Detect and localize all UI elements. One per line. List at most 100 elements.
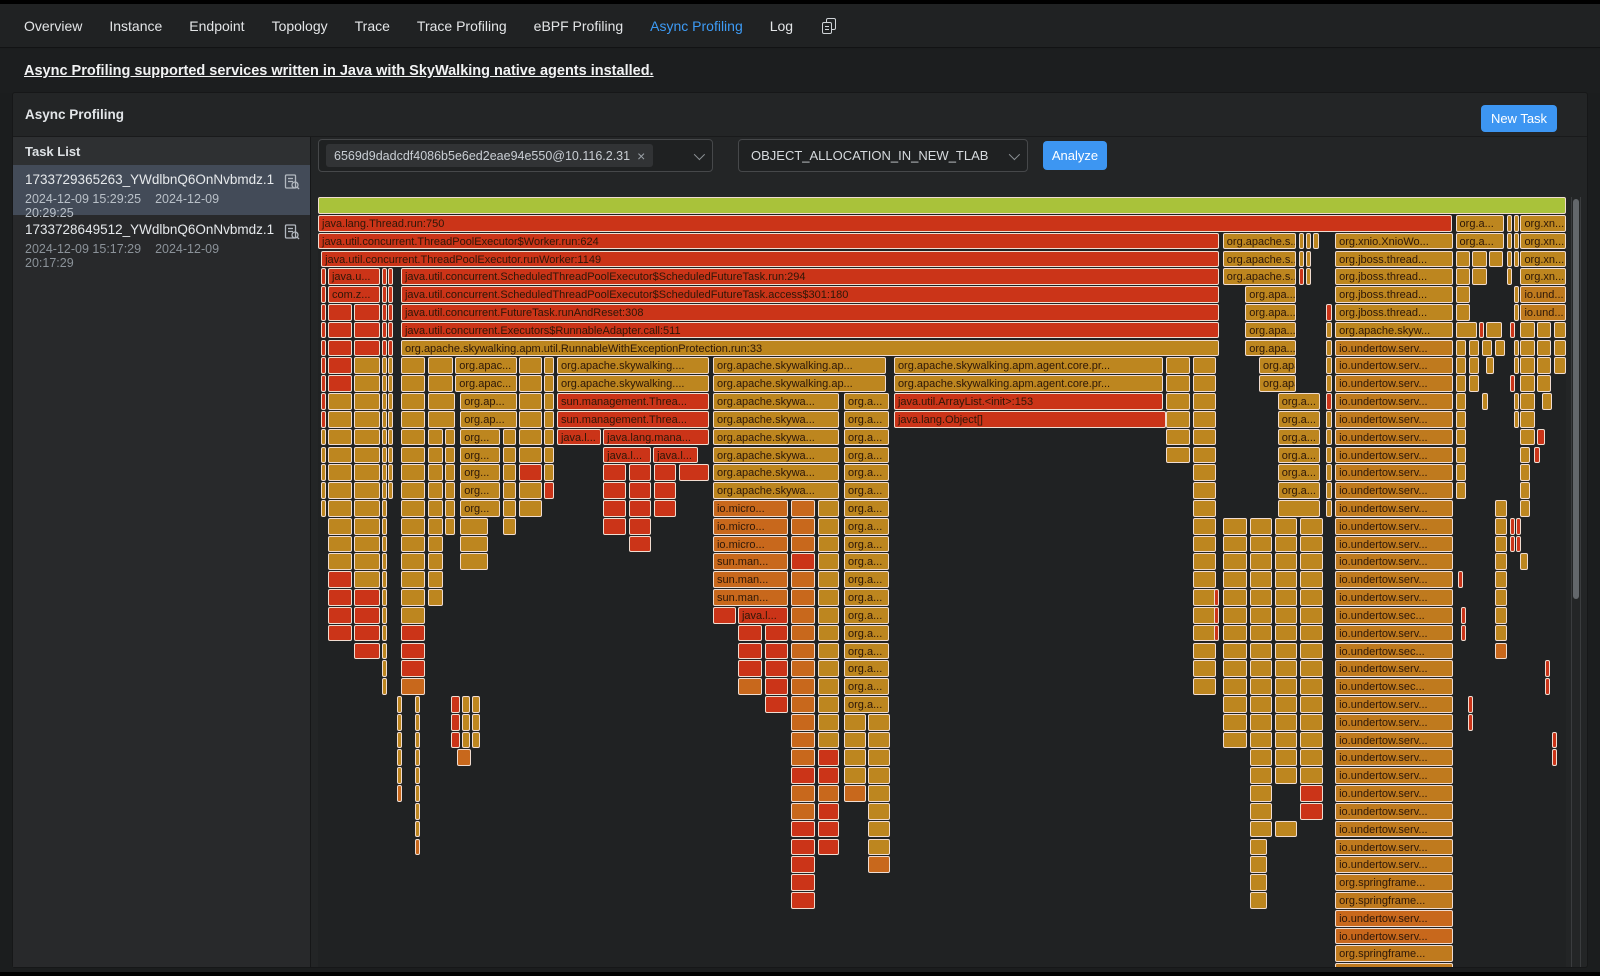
flame-cell[interactable] xyxy=(428,518,443,535)
nav-tab-async-profiling[interactable]: Async Profiling xyxy=(650,18,743,34)
flame-cell[interactable] xyxy=(738,660,762,677)
flame-cell[interactable]: org.a... xyxy=(844,553,889,570)
flame-cell[interactable]: org.a... xyxy=(844,393,889,410)
flame-cell[interactable] xyxy=(1326,393,1332,410)
flame-cell[interactable]: org.a... xyxy=(1278,482,1320,499)
flame-cell[interactable]: org.a... xyxy=(1278,429,1320,446)
flame-cell[interactable] xyxy=(1495,340,1505,357)
flame-cell[interactable] xyxy=(1300,732,1323,749)
flame-cell[interactable] xyxy=(388,304,393,321)
flame-cell[interactable] xyxy=(791,821,815,838)
flame-cell[interactable] xyxy=(415,839,420,856)
flame-cell[interactable] xyxy=(354,607,380,624)
flame-cell[interactable] xyxy=(415,714,420,731)
flame-cell[interactable] xyxy=(1300,767,1323,784)
flame-cell[interactable] xyxy=(818,643,839,660)
flame-cell[interactable] xyxy=(321,340,326,357)
flame-cell[interactable]: org.a... xyxy=(1278,393,1320,410)
flame-cell[interactable] xyxy=(1214,589,1219,606)
flame-cell[interactable] xyxy=(1300,785,1323,802)
flame-cell[interactable] xyxy=(1300,518,1323,535)
flame-cell[interactable] xyxy=(1326,500,1332,517)
flame-cell[interactable] xyxy=(1223,607,1247,624)
flame-cell[interactable] xyxy=(382,411,387,428)
flame-cell[interactable] xyxy=(791,536,815,553)
flame-cell[interactable] xyxy=(519,357,542,374)
flame-cell[interactable]: org.jboss.thread... xyxy=(1335,286,1453,303)
flame-cell[interactable] xyxy=(1542,393,1551,410)
flame-cell[interactable] xyxy=(401,464,425,481)
flame-cell[interactable] xyxy=(503,518,517,535)
flame-cell[interactable] xyxy=(321,464,326,481)
flame-cell[interactable] xyxy=(603,518,626,535)
flame-cell[interactable] xyxy=(1306,268,1311,285)
flame-cell[interactable] xyxy=(1514,304,1519,321)
flame-cell[interactable] xyxy=(388,375,393,392)
flame-cell[interactable]: io.undertow.serv... xyxy=(1335,928,1453,945)
flame-cell[interactable]: io.undertow.serv... xyxy=(1335,821,1453,838)
flame-cell[interactable]: org... xyxy=(460,447,500,464)
flame-cell[interactable] xyxy=(818,625,839,642)
flame-cell[interactable] xyxy=(382,536,387,553)
flame-cell[interactable] xyxy=(451,732,460,749)
flame-cell[interactable] xyxy=(382,340,387,357)
flame-cell[interactable] xyxy=(428,429,443,446)
flame-cell[interactable]: org.a... xyxy=(844,482,889,499)
flame-cell[interactable] xyxy=(1275,660,1297,677)
flame-cell[interactable] xyxy=(401,643,425,660)
flame-cell[interactable] xyxy=(354,322,380,339)
flame-cell[interactable] xyxy=(1193,678,1216,695)
flame-cell[interactable] xyxy=(1495,500,1507,517)
flame-cell[interactable] xyxy=(1456,447,1467,464)
flame-cell[interactable] xyxy=(868,785,890,802)
flame-cell[interactable] xyxy=(328,304,352,321)
flame-cell[interactable] xyxy=(844,749,866,766)
instance-select[interactable]: 6569d9dadcdf4086b5e6ed2eae94e550@10.116.… xyxy=(318,139,713,172)
flame-cell[interactable] xyxy=(1275,714,1297,731)
flame-cell[interactable] xyxy=(328,571,352,588)
flame-cell[interactable]: org.xnio.XnioWo... xyxy=(1335,233,1453,250)
flame-cell[interactable] xyxy=(1223,536,1247,553)
flame-cell[interactable] xyxy=(382,607,387,624)
flame-cell[interactable] xyxy=(519,411,542,428)
flame-cell[interactable] xyxy=(1250,749,1272,766)
nav-tab-ebpf-profiling[interactable]: eBPF Profiling xyxy=(534,18,623,34)
task-detail-icon[interactable] xyxy=(284,224,300,240)
flame-cell[interactable] xyxy=(382,660,387,677)
flame-cell[interactable] xyxy=(1326,482,1332,499)
flame-cell[interactable] xyxy=(1166,411,1190,428)
flame-cell[interactable] xyxy=(328,625,352,642)
flame-cell[interactable] xyxy=(1489,251,1503,268)
flame-cell[interactable] xyxy=(382,393,387,410)
flame-cell[interactable] xyxy=(321,286,326,303)
flame-cell[interactable] xyxy=(791,607,815,624)
flame-cell[interactable] xyxy=(844,785,866,802)
flame-cell[interactable] xyxy=(519,464,542,481)
flame-cell[interactable] xyxy=(354,340,380,357)
flame-cell[interactable] xyxy=(519,429,542,446)
flame-cell[interactable] xyxy=(1516,518,1521,535)
flame-cell[interactable] xyxy=(791,571,815,588)
flame-cell[interactable] xyxy=(1250,785,1272,802)
task-list-item[interactable]: 1733729365263_YWdlbnQ6OnNvbmdz.12024-12-… xyxy=(13,165,310,215)
flame-cell[interactable] xyxy=(1223,660,1247,677)
flame-cell[interactable] xyxy=(401,393,425,410)
flame-cell[interactable] xyxy=(1456,357,1467,374)
flame-cell[interactable] xyxy=(765,660,789,677)
flame-cell[interactable] xyxy=(462,714,471,731)
flame-cell[interactable] xyxy=(401,625,425,642)
flame-cell[interactable] xyxy=(1326,375,1332,392)
flame-cell[interactable] xyxy=(1193,447,1216,464)
flame-cell[interactable] xyxy=(1193,393,1216,410)
flame-cell[interactable] xyxy=(354,482,380,499)
flame-cell[interactable] xyxy=(397,714,402,731)
flame-cell[interactable] xyxy=(382,286,387,303)
flame-cell[interactable] xyxy=(1326,447,1332,464)
flame-cell[interactable] xyxy=(1537,340,1551,357)
flame-cell[interactable] xyxy=(791,500,815,517)
flame-cell[interactable]: java.l... xyxy=(653,447,698,464)
flame-cell[interactable] xyxy=(428,393,455,410)
flame-cell[interactable]: io.micro... xyxy=(713,518,789,535)
flame-cell[interactable] xyxy=(1306,233,1311,250)
flame-cell[interactable] xyxy=(1520,375,1534,392)
